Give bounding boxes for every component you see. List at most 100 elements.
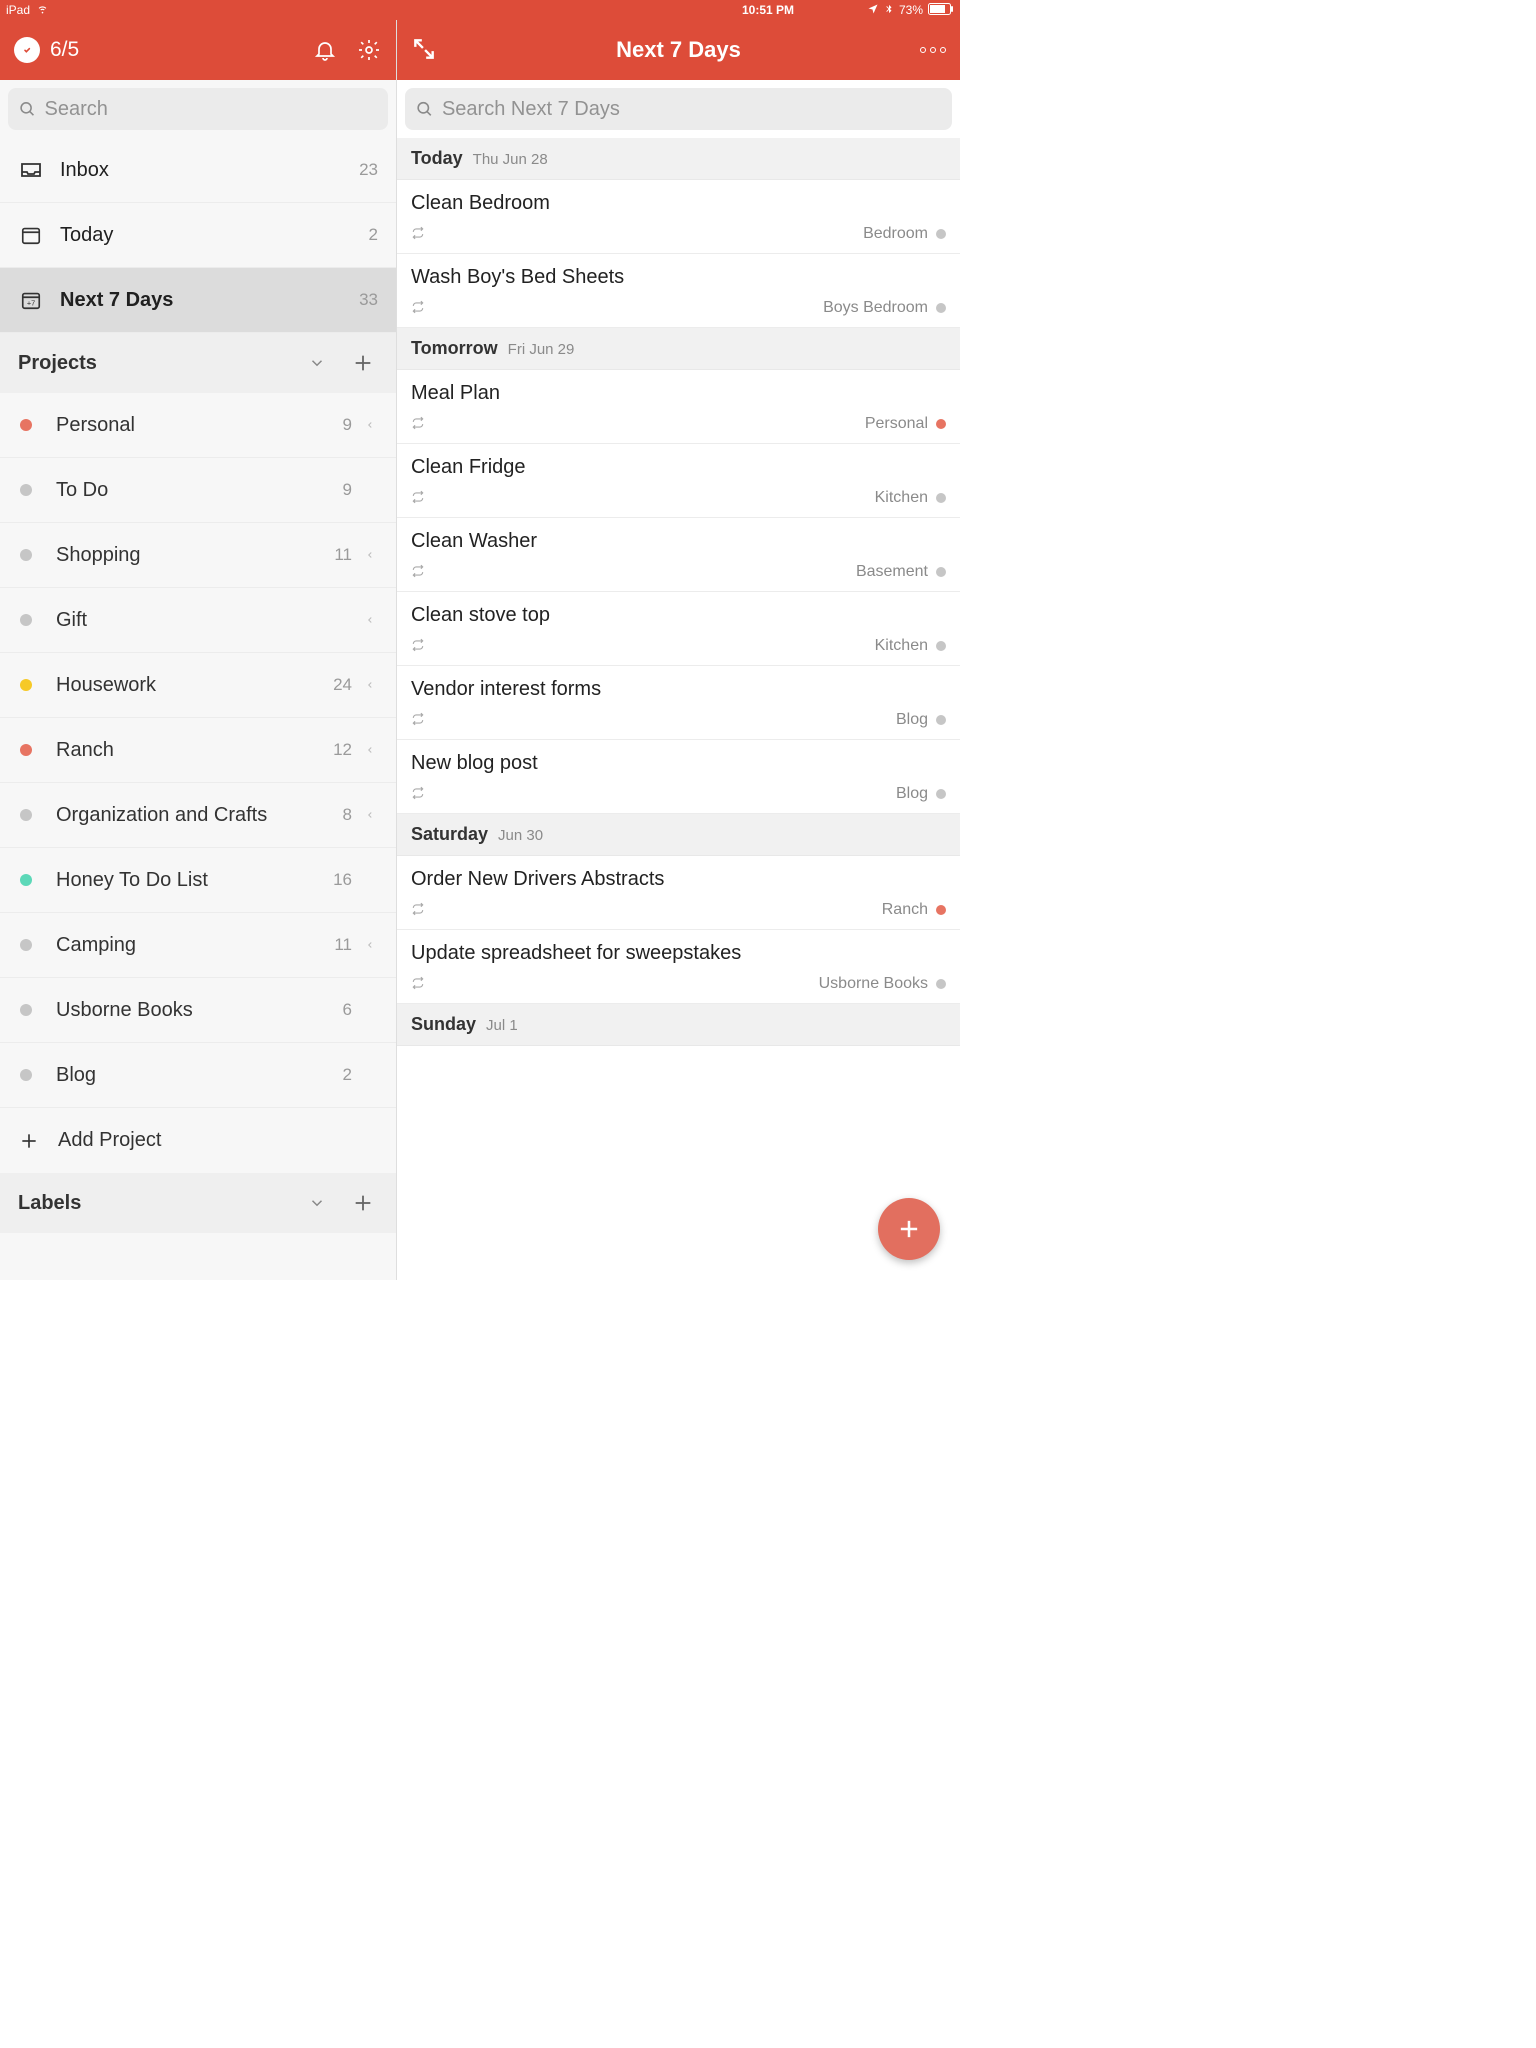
nav-label: Today bbox=[60, 224, 113, 247]
task-row[interactable]: Update spreadsheet for sweepstakes Usbor… bbox=[397, 930, 960, 1004]
task-project: Ranch bbox=[882, 901, 946, 919]
nav-count: 33 bbox=[359, 290, 378, 310]
project-color-dot bbox=[936, 905, 946, 915]
project-item[interactable]: Housework 24 bbox=[0, 653, 396, 718]
project-label: Organization and Crafts bbox=[56, 804, 343, 827]
project-item[interactable]: Ranch 12 bbox=[0, 718, 396, 783]
project-count: 9 bbox=[343, 480, 352, 500]
task-project: Blog bbox=[896, 711, 946, 729]
task-row[interactable]: Clean Bedroom Bedroom bbox=[397, 180, 960, 254]
main-panel: Next 7 Days TodayThu Jun 28 Clean Bedroo… bbox=[397, 20, 960, 1280]
project-item[interactable]: Organization and Crafts 8 bbox=[0, 783, 396, 848]
main-search[interactable] bbox=[405, 88, 952, 130]
task-title: Update spreadsheet for sweepstakes bbox=[411, 942, 946, 965]
recurring-icon bbox=[411, 638, 427, 654]
project-item[interactable]: Camping 11 bbox=[0, 913, 396, 978]
labels-header: Labels bbox=[0, 1173, 396, 1233]
collapse-labels-icon[interactable] bbox=[302, 1188, 332, 1218]
status-battery-pct: 73% bbox=[899, 3, 923, 17]
nav-today[interactable]: Today 2 bbox=[0, 203, 396, 268]
karma-badge[interactable] bbox=[14, 37, 40, 63]
add-task-fab[interactable] bbox=[878, 1198, 940, 1260]
notifications-icon[interactable] bbox=[312, 37, 338, 63]
project-item[interactable]: Blog 2 bbox=[0, 1043, 396, 1108]
task-row[interactable]: Clean stove top Kitchen bbox=[397, 592, 960, 666]
nav-inbox[interactable]: Inbox 23 bbox=[0, 138, 396, 203]
project-color-dot bbox=[936, 789, 946, 799]
project-item[interactable]: Honey To Do List 16 bbox=[0, 848, 396, 913]
expand-icon[interactable] bbox=[411, 36, 439, 64]
nav-next7days[interactable]: +7 Next 7 Days 33 bbox=[0, 268, 396, 333]
task-title: Clean Fridge bbox=[411, 456, 946, 479]
task-row[interactable]: New blog post Blog bbox=[397, 740, 960, 814]
project-color-dot bbox=[20, 809, 32, 821]
day-group-header: SaturdayJun 30 bbox=[397, 814, 960, 856]
recurring-icon bbox=[411, 226, 427, 242]
project-color-dot bbox=[936, 493, 946, 503]
main-search-input[interactable] bbox=[442, 98, 942, 121]
task-row[interactable]: Order New Drivers Abstracts Ranch bbox=[397, 856, 960, 930]
group-name: Tomorrow bbox=[411, 338, 498, 359]
status-bar: iPad 10:51 PM 73% bbox=[0, 0, 960, 20]
add-label-icon[interactable] bbox=[348, 1188, 378, 1218]
project-count: 2 bbox=[343, 1065, 352, 1085]
bluetooth-icon bbox=[884, 3, 894, 18]
nav-label: Next 7 Days bbox=[60, 289, 173, 312]
day-group-header: SundayJul 1 bbox=[397, 1004, 960, 1046]
calendar-today-icon bbox=[18, 224, 44, 246]
task-project: Kitchen bbox=[875, 489, 946, 507]
project-color-dot bbox=[936, 419, 946, 429]
project-label: Honey To Do List bbox=[56, 869, 333, 892]
labels-title: Labels bbox=[18, 1192, 286, 1215]
task-project: Boys Bedroom bbox=[823, 299, 946, 317]
project-color-dot bbox=[20, 419, 32, 431]
task-row[interactable]: Wash Boy's Bed Sheets Boys Bedroom bbox=[397, 254, 960, 328]
project-color-dot bbox=[936, 229, 946, 239]
project-label: Housework bbox=[56, 674, 333, 697]
projects-list: Personal 9 To Do 9 Shopping 11 Gift Hous… bbox=[0, 393, 396, 1280]
sidebar-search[interactable] bbox=[8, 88, 388, 130]
task-title: Vendor interest forms bbox=[411, 678, 946, 701]
add-project-icon[interactable] bbox=[348, 348, 378, 378]
settings-icon[interactable] bbox=[356, 37, 382, 63]
group-name: Saturday bbox=[411, 824, 488, 845]
group-date: Jul 1 bbox=[486, 1017, 518, 1034]
project-label: Personal bbox=[56, 414, 343, 437]
sidebar-search-input[interactable] bbox=[45, 98, 378, 121]
project-item[interactable]: Shopping 11 bbox=[0, 523, 396, 588]
chevron-right-icon bbox=[362, 612, 378, 628]
task-row[interactable]: Clean Washer Basement bbox=[397, 518, 960, 592]
task-title: New blog post bbox=[411, 752, 946, 775]
task-row[interactable]: Vendor interest forms Blog bbox=[397, 666, 960, 740]
project-count: 12 bbox=[333, 740, 352, 760]
nav-label: Inbox bbox=[60, 159, 109, 182]
nav-count: 23 bbox=[359, 160, 378, 180]
task-row[interactable]: Meal Plan Personal bbox=[397, 370, 960, 444]
recurring-icon bbox=[411, 490, 427, 506]
project-label: To Do bbox=[56, 479, 343, 502]
karma-score: 6/5 bbox=[50, 38, 79, 62]
chevron-right-icon bbox=[362, 677, 378, 693]
search-icon bbox=[18, 99, 37, 119]
collapse-projects-icon[interactable] bbox=[302, 348, 332, 378]
project-item[interactable]: To Do 9 bbox=[0, 458, 396, 523]
group-date: Thu Jun 28 bbox=[473, 151, 548, 168]
sidebar-header: 6/5 bbox=[0, 20, 396, 80]
project-count: 9 bbox=[343, 415, 352, 435]
task-title: Meal Plan bbox=[411, 382, 946, 405]
add-project-button[interactable]: Add Project bbox=[0, 1108, 396, 1173]
project-label: Ranch bbox=[56, 739, 333, 762]
project-color-dot bbox=[936, 715, 946, 725]
task-title: Clean stove top bbox=[411, 604, 946, 627]
project-item[interactable]: Usborne Books 6 bbox=[0, 978, 396, 1043]
project-item[interactable]: Personal 9 bbox=[0, 393, 396, 458]
project-count: 8 bbox=[343, 805, 352, 825]
recurring-icon bbox=[411, 902, 427, 918]
location-icon bbox=[867, 3, 879, 18]
more-icon[interactable] bbox=[920, 47, 946, 53]
project-color-dot bbox=[20, 744, 32, 756]
project-color-dot bbox=[20, 1004, 32, 1016]
main-title: Next 7 Days bbox=[616, 37, 741, 63]
project-item[interactable]: Gift bbox=[0, 588, 396, 653]
task-row[interactable]: Clean Fridge Kitchen bbox=[397, 444, 960, 518]
